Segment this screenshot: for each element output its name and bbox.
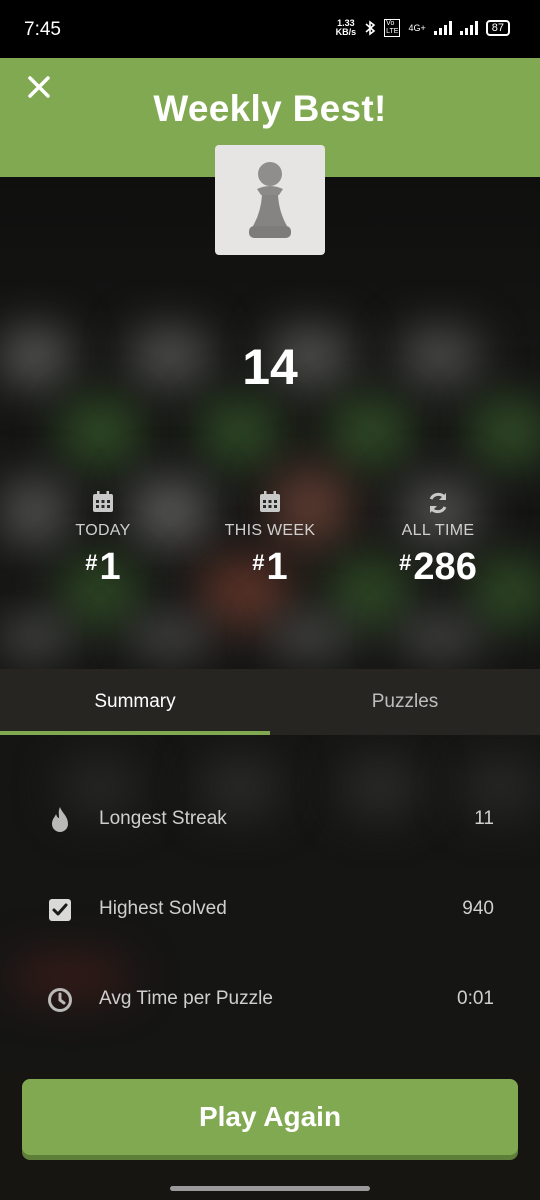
play-again-button[interactable]: Play Again (22, 1079, 518, 1155)
puzzle-score: 14 (242, 339, 298, 395)
stat-label: Avg Time per Puzzle (99, 988, 273, 1009)
rank-value-all-time: #286 (399, 546, 477, 588)
stat-label: Highest Solved (99, 898, 227, 919)
status-icons: 1.33 KB/s Vo LTE 4G+ 87 (336, 19, 510, 37)
rank-this-week: THIS WEEK #1 (190, 490, 350, 589)
volte-icon: Vo LTE (384, 19, 401, 37)
bluetooth-icon (365, 20, 376, 36)
rank-today: TODAY #1 (23, 490, 183, 589)
clock-icon (48, 988, 72, 1012)
signal-icon-2 (459, 21, 478, 35)
active-tab-indicator (0, 731, 270, 735)
rank-all-time: ALL TIME #286 (358, 490, 518, 589)
stat-row-highest-solved: Highest Solved 940 (0, 880, 540, 940)
stat-value: 940 (462, 898, 494, 919)
status-time: 7:45 (24, 19, 61, 40)
network-type: 4G+ (408, 23, 426, 33)
stat-row-avg-time: Avg Time per Puzzle 0:01 (0, 970, 540, 1030)
rank-label-today: TODAY (75, 522, 131, 539)
tab-summary[interactable]: Summary (0, 669, 270, 735)
signal-icon (433, 21, 452, 35)
flame-icon (52, 807, 68, 832)
home-indicator[interactable] (170, 1186, 370, 1191)
pawn-badge (215, 145, 325, 255)
refresh-icon (429, 492, 447, 514)
battery-icon: 87 (485, 20, 510, 36)
page-title: Weekly Best! (153, 88, 387, 129)
rank-value-today: #1 (85, 546, 121, 588)
stat-value: 0:01 (457, 988, 494, 1009)
calendar-icon (93, 491, 113, 512)
network-speed: 1.33 KB/s (335, 18, 357, 37)
rank-label-this-week: THIS WEEK (224, 522, 316, 539)
stat-row-longest-streak: Longest Streak 11 (0, 790, 540, 850)
status-bar: 7:45 1.33 KB/s Vo LTE 4G+ 87 (0, 0, 540, 58)
rank-label-all-time: ALL TIME (401, 522, 475, 539)
stat-label: Longest Streak (99, 808, 227, 829)
stat-value: 11 (474, 808, 494, 829)
rank-value-this-week: #1 (252, 546, 288, 588)
pawn-icon (249, 162, 291, 238)
results-tabs: Summary Puzzles (0, 669, 540, 735)
calendar-icon (260, 491, 280, 512)
checkbox-icon (49, 899, 71, 921)
tab-puzzles[interactable]: Puzzles (270, 669, 540, 735)
